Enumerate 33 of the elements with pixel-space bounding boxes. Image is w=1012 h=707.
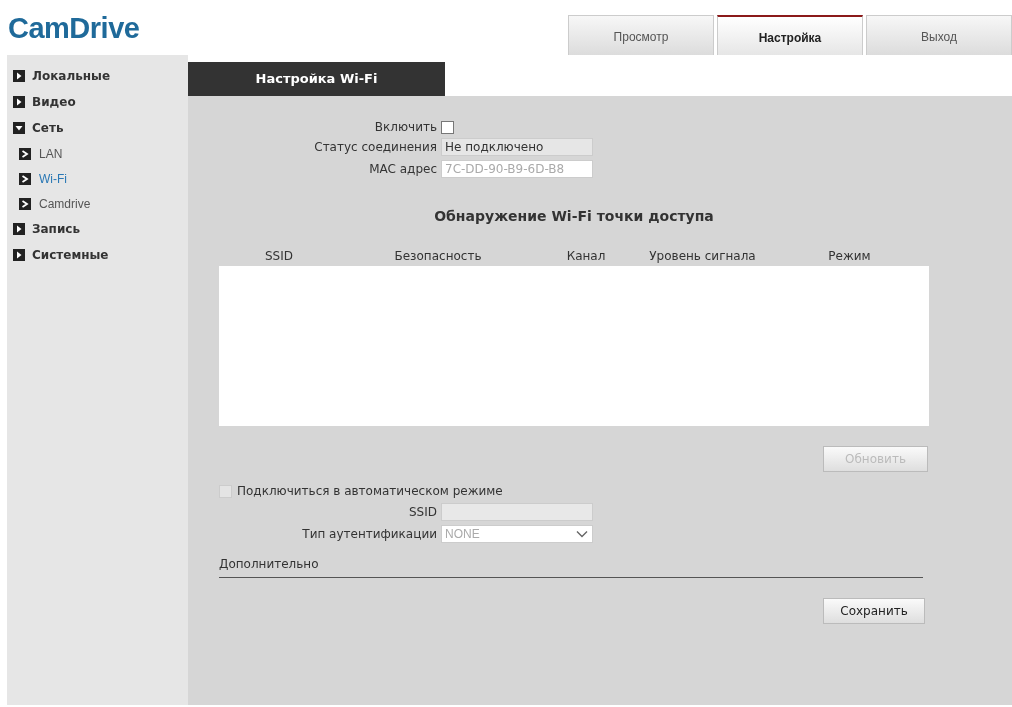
chevron-icon xyxy=(19,197,31,210)
chevron-icon xyxy=(19,147,31,160)
sidebar-subitem[interactable]: Wi-Fi xyxy=(7,166,188,191)
sidebar-item[interactable]: Локальные xyxy=(7,63,188,89)
field-label: MAC адрес xyxy=(368,162,437,176)
column-header: SSID xyxy=(264,249,294,263)
logo: CamDrive xyxy=(8,12,140,45)
chevron-icon xyxy=(19,172,31,185)
section-heading: Обнаружение Wi-Fi точки доступа xyxy=(433,208,715,224)
nav-tab[interactable]: Выход xyxy=(866,15,1012,55)
sidebar-subitem[interactable]: Camdrive xyxy=(7,191,188,216)
save-button[interactable]: Сохранить xyxy=(823,598,925,624)
nav-tab[interactable]: Настройка xyxy=(717,15,863,55)
sidebar-item[interactable]: Видео xyxy=(7,89,188,115)
status-field: Не подключено xyxy=(441,138,593,156)
chevron-down-icon xyxy=(576,530,588,538)
field-label: Статус соединения xyxy=(313,140,437,154)
column-header: Безопасность xyxy=(393,249,483,263)
field-label: Тип аутентификации xyxy=(301,527,437,541)
panel-title: Настройка Wi-Fi xyxy=(188,62,445,96)
checkbox[interactable] xyxy=(441,120,454,134)
field-label: SSID xyxy=(408,505,437,519)
section-label: Дополнительно xyxy=(219,557,320,571)
nav-tab[interactable]: Просмотр xyxy=(568,15,714,55)
sidebar-item[interactable]: Системные xyxy=(7,242,188,268)
column-header: Канал xyxy=(565,249,607,263)
sidebar-item[interactable]: Сеть xyxy=(7,115,188,141)
column-header: Уровень сигнала xyxy=(648,249,757,263)
checkbox-label: Подключиться в автоматическом режиме xyxy=(237,484,503,498)
sidebar-item[interactable]: Запись xyxy=(7,216,188,242)
field-label: Включить xyxy=(373,120,437,134)
sidebar-subitem[interactable]: LAN xyxy=(7,141,188,166)
column-header: Режим xyxy=(827,249,872,263)
